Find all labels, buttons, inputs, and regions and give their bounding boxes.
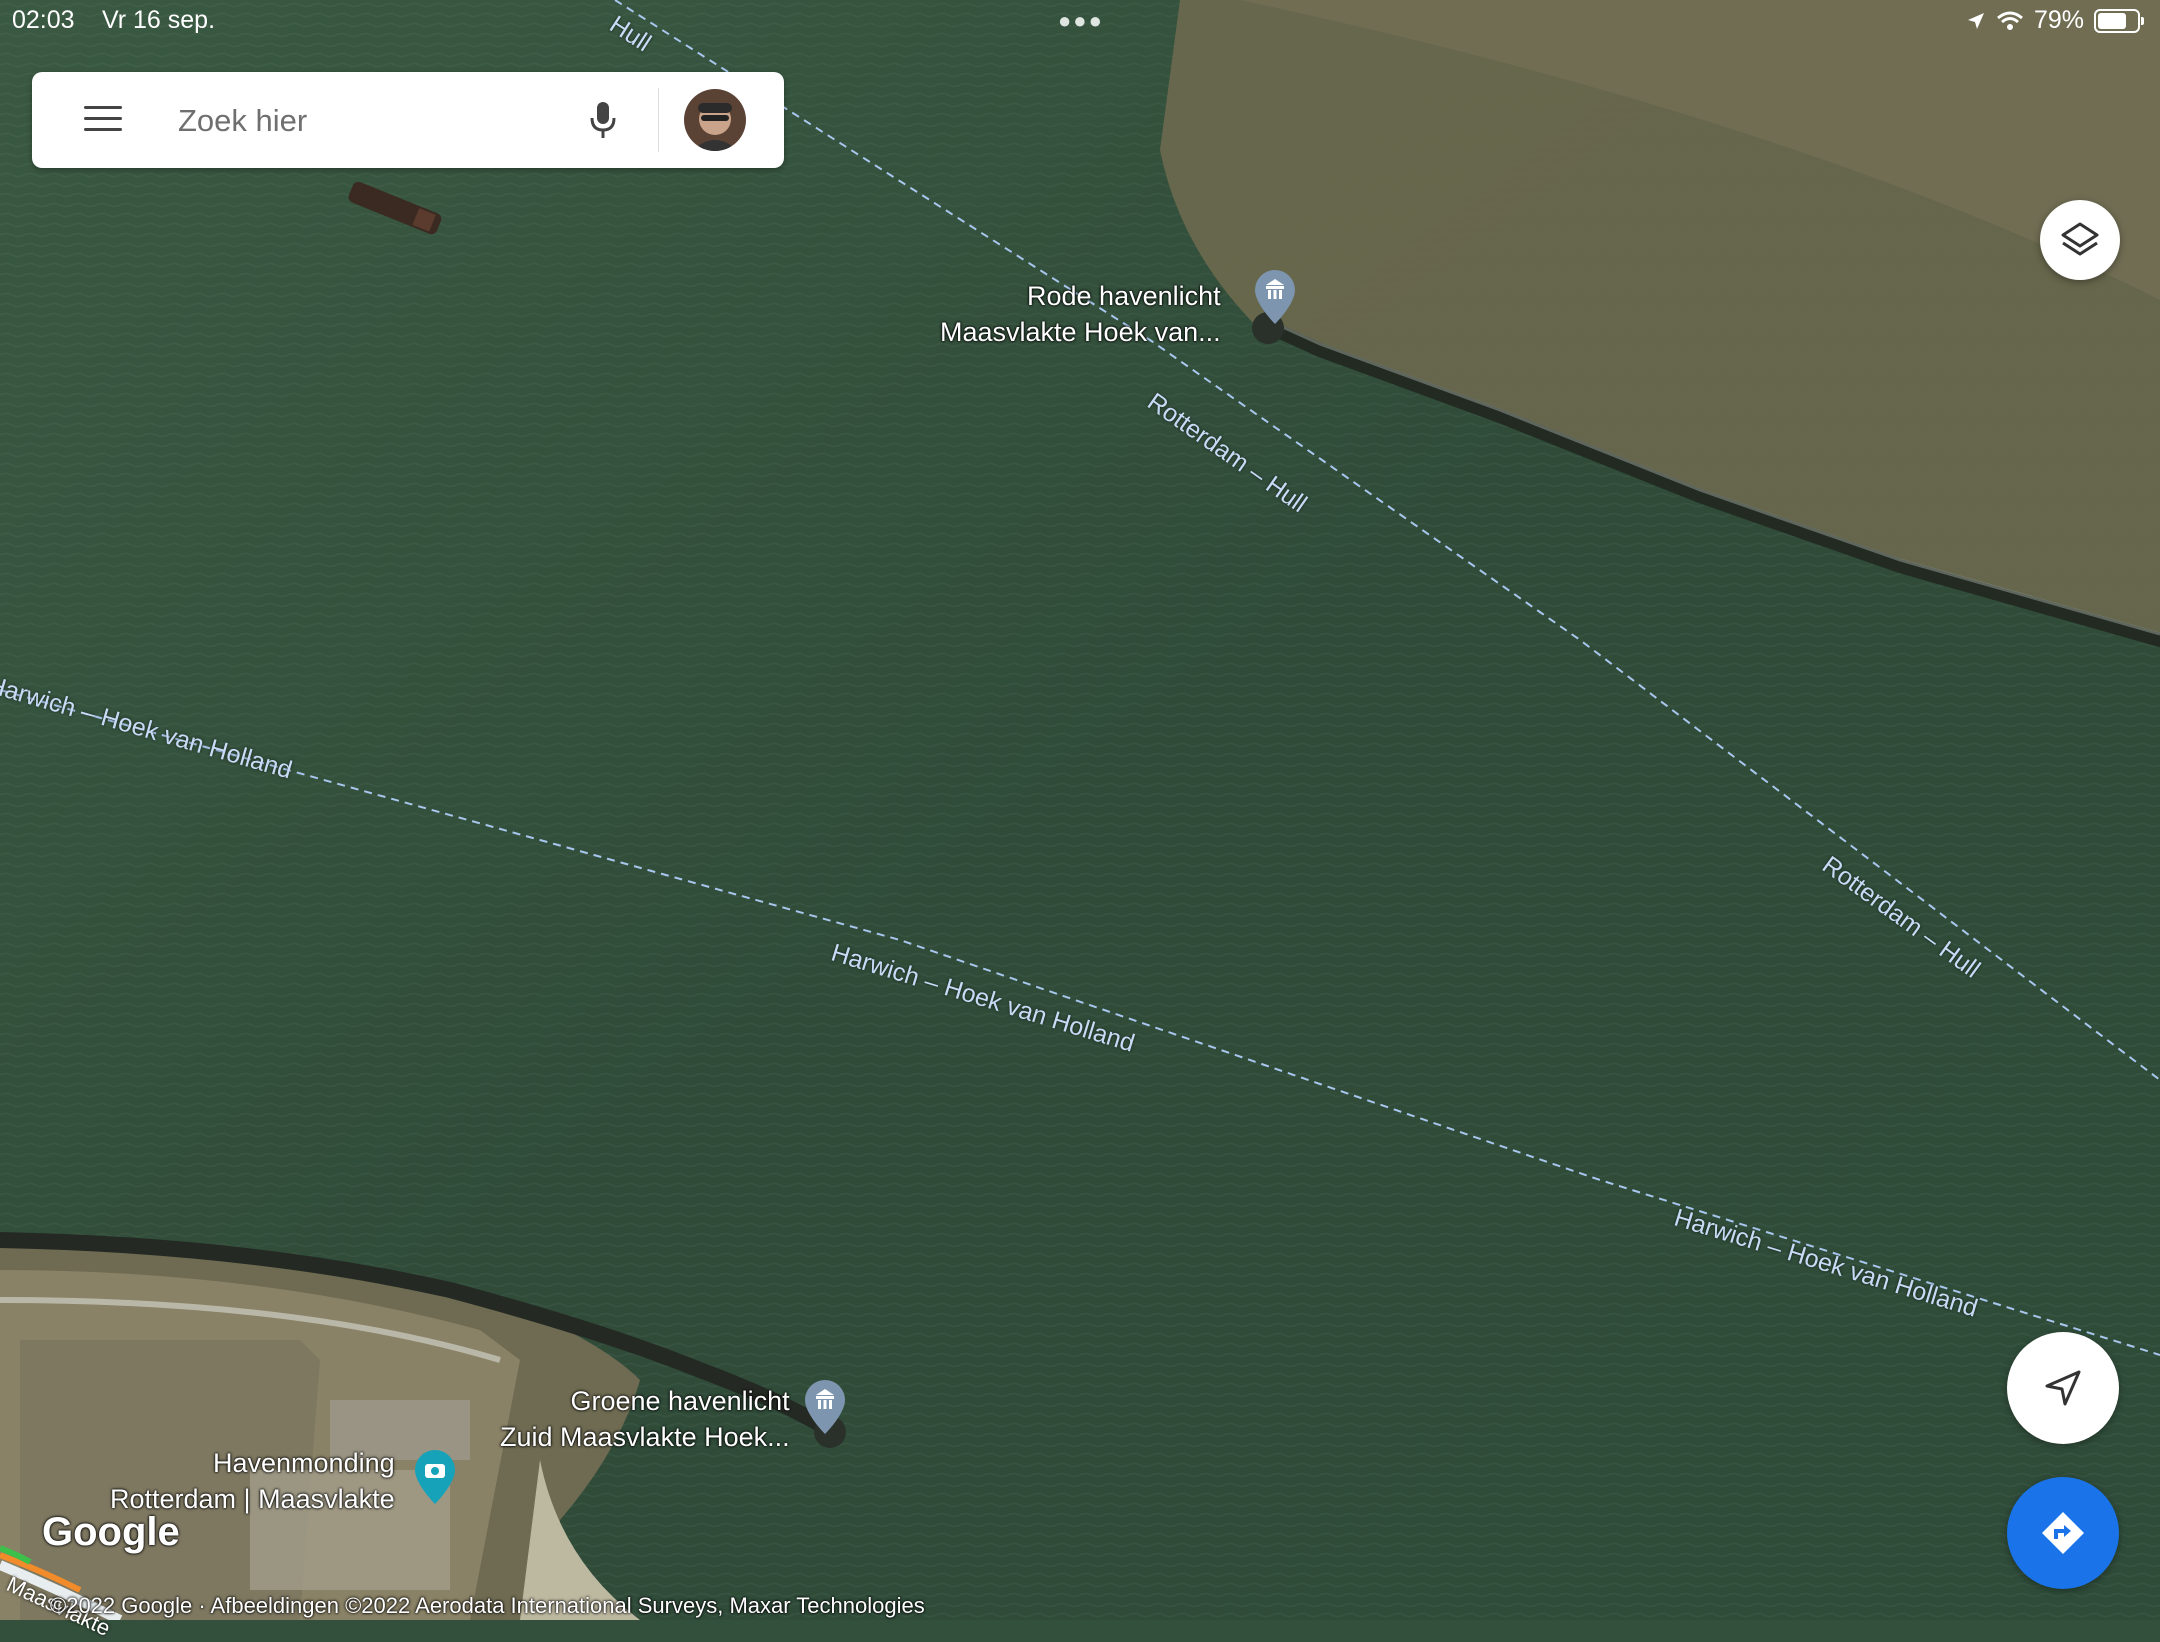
wifi-icon bbox=[1996, 11, 2023, 30]
avatar[interactable] bbox=[684, 89, 746, 151]
menu-icon[interactable] bbox=[84, 106, 122, 134]
poi-label-harbor-mouth[interactable]: Havenmonding Rotterdam | Maasvlakte bbox=[110, 1445, 395, 1517]
location-arrow-icon bbox=[1967, 12, 1984, 29]
navigation-arrow-icon bbox=[2045, 1370, 2081, 1406]
poi-label-red-harbor-light[interactable]: Rode havenlicht Maasvlakte Hoek van... bbox=[940, 278, 1221, 350]
directions-button[interactable] bbox=[2007, 1477, 2119, 1589]
search-input[interactable] bbox=[176, 96, 580, 146]
poi-label-line: Zuid Maasvlakte Hoek... bbox=[500, 1422, 790, 1452]
multitasking-dots-icon[interactable]: ●●● bbox=[1058, 8, 1104, 34]
layers-icon bbox=[2061, 222, 2099, 256]
directions-icon bbox=[2042, 1512, 2084, 1554]
google-logo: Google bbox=[42, 1510, 180, 1554]
my-location-button[interactable] bbox=[2007, 1332, 2119, 1444]
battery-icon bbox=[2094, 8, 2144, 33]
status-date: Vr 16 sep. bbox=[102, 6, 216, 34]
satellite-map[interactable] bbox=[0, 0, 2160, 1620]
status-time: 02:03 bbox=[12, 6, 75, 34]
microphone-icon[interactable] bbox=[588, 100, 618, 142]
poi-label-green-harbor-light[interactable]: Groene havenlicht Zuid Maasvlakte Hoek..… bbox=[500, 1383, 790, 1455]
copyright-text[interactable]: ©2022 Google · Afbeeldingen ©2022 Aeroda… bbox=[50, 1593, 925, 1619]
poi-label-line: Havenmonding bbox=[213, 1448, 395, 1478]
search-bar bbox=[32, 72, 784, 168]
status-bar: 02:03 Vr 16 sep. ●●● 79% bbox=[0, 0, 2160, 40]
layers-button[interactable] bbox=[2040, 200, 2120, 280]
poi-label-line: Maasvlakte Hoek van... bbox=[940, 317, 1221, 347]
battery-percentage: 79% bbox=[2033, 6, 2084, 34]
poi-label-line: Groene havenlicht bbox=[570, 1386, 790, 1416]
divider bbox=[658, 88, 659, 152]
poi-label-line: Rode havenlicht bbox=[1027, 281, 1221, 311]
status-right: 79% bbox=[1966, 6, 2144, 35]
